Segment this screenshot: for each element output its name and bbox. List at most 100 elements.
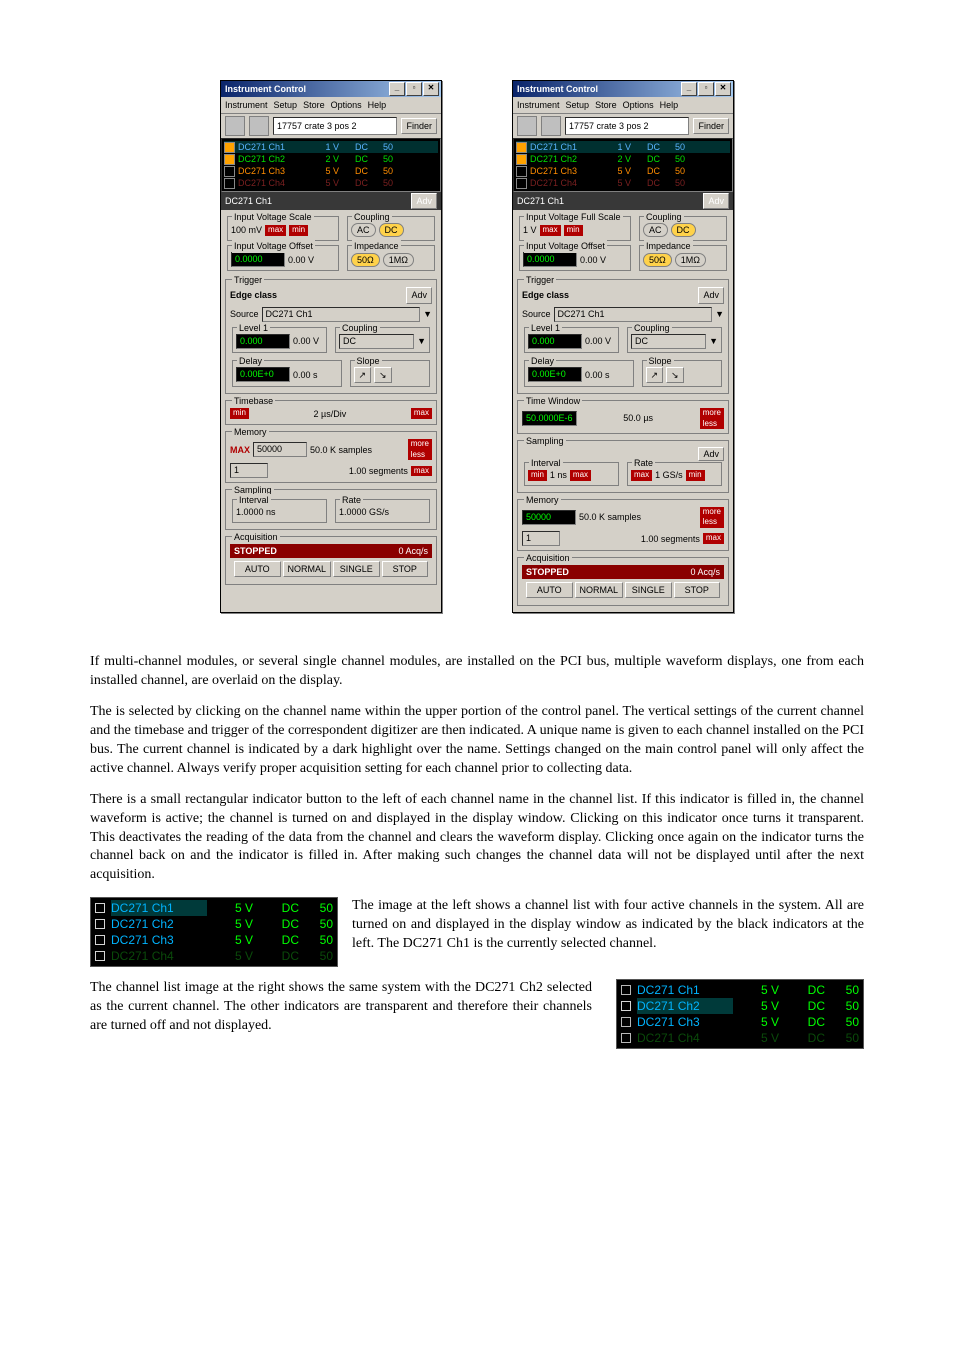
channel-name[interactable]: DC271 Ch3 bbox=[238, 165, 304, 177]
timebase-value[interactable]: 2 µs/Div bbox=[253, 408, 407, 420]
channel-name[interactable]: DC271 Ch1 bbox=[530, 141, 596, 153]
acq-stop-button[interactable]: STOP bbox=[674, 582, 721, 598]
memory-samples-raw[interactable]: 50000 bbox=[253, 442, 307, 457]
channel-name[interactable]: DC271 Ch4 bbox=[238, 177, 304, 189]
tool-button-1[interactable] bbox=[225, 116, 245, 136]
channel-name[interactable]: DC271 Ch2 bbox=[238, 153, 304, 165]
level-raw[interactable]: 0.000 bbox=[236, 334, 290, 349]
slope-falling-icon[interactable]: ↘ bbox=[374, 367, 392, 383]
menu-setup[interactable]: Setup bbox=[274, 99, 298, 111]
min-chip[interactable]: min bbox=[528, 470, 547, 481]
acq-normal-button[interactable]: NORMAL bbox=[283, 561, 332, 577]
channel-name[interactable]: DC271 Ch1 bbox=[111, 900, 207, 916]
coupling-ac[interactable]: AC bbox=[351, 223, 376, 237]
more-chip[interactable]: more bbox=[700, 408, 724, 419]
max-chip[interactable]: max bbox=[703, 533, 724, 544]
channel-name[interactable]: DC271 Ch4 bbox=[637, 1030, 733, 1046]
adv-button[interactable]: Adv bbox=[703, 193, 729, 209]
min-chip[interactable]: min bbox=[686, 470, 705, 481]
scale-value[interactable]: 100 mV bbox=[231, 224, 262, 236]
sampling-adv-button[interactable]: Adv bbox=[698, 447, 724, 461]
max-chip[interactable]: max bbox=[411, 408, 432, 419]
channel-indicator[interactable] bbox=[516, 142, 527, 153]
channel-name[interactable]: DC271 Ch2 bbox=[111, 916, 207, 932]
max-chip[interactable]: max bbox=[265, 225, 286, 236]
less-chip[interactable]: less bbox=[700, 419, 724, 430]
rate-value[interactable]: 1 GS/s bbox=[655, 469, 683, 481]
slope-rising-icon[interactable]: ↗ bbox=[354, 367, 372, 383]
offset-raw[interactable]: 0.0000 bbox=[231, 252, 285, 267]
acq-single-button[interactable]: SINGLE bbox=[625, 582, 672, 598]
timewindow-raw[interactable]: 50.0000E-6 bbox=[522, 411, 577, 426]
channel-indicator[interactable] bbox=[516, 154, 527, 165]
dropdown-icon[interactable]: ▼ bbox=[417, 335, 426, 347]
channel-indicator[interactable] bbox=[224, 178, 235, 189]
channel-name[interactable]: DC271 Ch2 bbox=[530, 153, 596, 165]
acq-auto-button[interactable]: AUTO bbox=[234, 561, 281, 577]
close-button[interactable]: ✕ bbox=[715, 82, 731, 96]
channel-name[interactable]: DC271 Ch2 bbox=[637, 998, 733, 1014]
delay-raw[interactable]: 0.00E+0 bbox=[236, 367, 290, 382]
less-chip[interactable]: less bbox=[408, 450, 432, 461]
menu-help[interactable]: Help bbox=[660, 99, 679, 111]
channel-indicator[interactable] bbox=[621, 1001, 631, 1011]
location-field[interactable]: 17757 crate 3 pos 2 bbox=[273, 117, 397, 135]
trigger-source[interactable]: DC271 Ch1 bbox=[554, 307, 713, 322]
more-chip[interactable]: more bbox=[408, 439, 432, 450]
channel-indicator[interactable] bbox=[95, 935, 105, 945]
adv-button[interactable]: Adv bbox=[411, 193, 437, 209]
acq-single-button[interactable]: SINGLE bbox=[333, 561, 380, 577]
menu-store[interactable]: Store bbox=[595, 99, 617, 111]
max-chip[interactable]: max bbox=[570, 470, 591, 481]
more-chip[interactable]: more bbox=[700, 507, 724, 518]
scale-value[interactable]: 1 V bbox=[523, 224, 537, 236]
channel-indicator[interactable] bbox=[621, 1033, 631, 1043]
trigger-coupling[interactable]: DC bbox=[631, 334, 706, 349]
channel-name[interactable]: DC271 Ch4 bbox=[111, 948, 207, 964]
finder-button[interactable]: Finder bbox=[401, 118, 437, 134]
channel-indicator[interactable] bbox=[95, 903, 105, 913]
min-chip[interactable]: min bbox=[289, 225, 308, 236]
channel-name[interactable]: DC271 Ch3 bbox=[530, 165, 596, 177]
trigger-coupling[interactable]: DC bbox=[339, 334, 414, 349]
location-field[interactable]: 17757 crate 3 pos 2 bbox=[565, 117, 689, 135]
impedance-1m[interactable]: 1MΩ bbox=[675, 253, 706, 267]
impedance-50[interactable]: 50Ω bbox=[351, 253, 380, 267]
menu-options[interactable]: Options bbox=[331, 99, 362, 111]
trigger-adv-button[interactable]: Adv bbox=[698, 287, 724, 303]
channel-indicator[interactable] bbox=[621, 1017, 631, 1027]
maximize-button[interactable]: ▫ bbox=[698, 82, 714, 96]
acq-stop-button[interactable]: STOP bbox=[382, 561, 429, 577]
channel-indicator[interactable] bbox=[224, 154, 235, 165]
interval-value[interactable]: 1 ns bbox=[550, 469, 567, 481]
channel-name[interactable]: DC271 Ch3 bbox=[111, 932, 207, 948]
trigger-source[interactable]: DC271 Ch1 bbox=[262, 307, 421, 322]
close-button[interactable]: ✕ bbox=[423, 82, 439, 96]
memory-samples-raw[interactable]: 50000 bbox=[522, 510, 576, 525]
dropdown-icon[interactable]: ▼ bbox=[715, 308, 724, 320]
finder-button[interactable]: Finder bbox=[693, 118, 729, 134]
less-chip[interactable]: less bbox=[700, 517, 724, 528]
menu-instrument[interactable]: Instrument bbox=[225, 99, 268, 111]
channel-name[interactable]: DC271 Ch3 bbox=[637, 1014, 733, 1030]
channel-name[interactable]: DC271 Ch1 bbox=[637, 982, 733, 998]
channel-indicator[interactable] bbox=[95, 951, 105, 961]
channel-indicator[interactable] bbox=[95, 919, 105, 929]
channel-indicator[interactable] bbox=[224, 166, 235, 177]
level-raw[interactable]: 0.000 bbox=[528, 334, 582, 349]
delay-raw[interactable]: 0.00E+0 bbox=[528, 367, 582, 382]
minimize-button[interactable]: _ bbox=[389, 82, 405, 96]
tool-button-1[interactable] bbox=[517, 116, 537, 136]
menu-help[interactable]: Help bbox=[368, 99, 387, 111]
coupling-dc[interactable]: DC bbox=[379, 223, 404, 237]
segments-raw[interactable]: 1 bbox=[230, 463, 268, 478]
channel-indicator[interactable] bbox=[621, 985, 631, 995]
channel-indicator[interactable] bbox=[224, 142, 235, 153]
menu-options[interactable]: Options bbox=[623, 99, 654, 111]
coupling-ac[interactable]: AC bbox=[643, 223, 668, 237]
channel-name[interactable]: DC271 Ch4 bbox=[530, 177, 596, 189]
trigger-adv-button[interactable]: Adv bbox=[406, 287, 432, 303]
impedance-50[interactable]: 50Ω bbox=[643, 253, 672, 267]
max-chip[interactable]: max bbox=[411, 466, 432, 477]
menu-store[interactable]: Store bbox=[303, 99, 325, 111]
